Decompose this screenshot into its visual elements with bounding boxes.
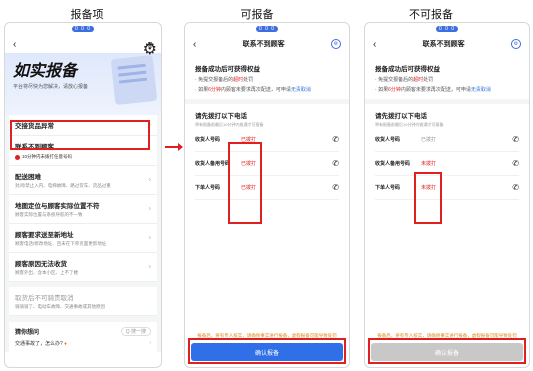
phone-call-icon[interactable]: ✆ xyxy=(512,159,519,168)
call-status: 未拨打 xyxy=(421,185,437,191)
clipboard-illustration-icon xyxy=(110,54,158,106)
chevron-right-icon: › xyxy=(148,205,151,213)
item-title: 取货后不可骑责取消 xyxy=(15,295,74,302)
phone-call-icon[interactable]: ✆ xyxy=(332,135,339,144)
chevron-right-icon: › xyxy=(148,263,151,271)
phone-cannot-report: 0 0 0 ‹ 联系不到顾客 ⚙ 报备成功后可获得权益 · 免提交报备后的超时处… xyxy=(364,22,530,368)
item-title: 交接货品异常 xyxy=(15,123,54,130)
no-fault-cancel-link[interactable]: 无责取消 xyxy=(471,87,491,93)
item-desc: 10分钟内未拨打任意号码 xyxy=(22,154,73,159)
item-desc: 顾客电话/修改地址、且未在下单页面更新地址 xyxy=(15,241,107,246)
item-title: 联系不到顾客 xyxy=(15,144,54,151)
warning-row: 10分钟内未拨打任意号码 xyxy=(15,154,151,160)
report-item-customer-unable[interactable]: 顾客原因无法收货 顾客外出、含本小区、上不了楼 › xyxy=(9,253,157,282)
item-desc: 骑骑骑了、电动车故障、交通事故或其他原因 xyxy=(15,304,105,309)
benefit-line-1: · 免提交报备后的超时处罚 xyxy=(195,77,254,83)
phone-can-report: 0 0 0 ‹ 联系不到顾客 ⚙ 报备成功后可获得权益 · 免提交报备后的超时处… xyxy=(184,22,350,368)
status-bar: 0 0 0 xyxy=(5,23,161,35)
page-title: 联系不到顾客 xyxy=(422,41,465,48)
call-row-orderer: 下单人号码 已拨打 ✆ xyxy=(195,176,339,200)
arrow-right-icon xyxy=(165,143,183,151)
caption-report-items: 报备项 xyxy=(70,9,104,21)
call-title: 请先拨打以下电话 xyxy=(375,113,427,120)
no-fault-cancel-link[interactable]: 无责取消 xyxy=(291,87,311,93)
call-status: 已拨打 xyxy=(241,161,257,167)
call-status: 未拨打 xyxy=(421,161,437,167)
call-title: 请先拨打以下电话 xyxy=(195,113,247,120)
report-item-map-mismatch[interactable]: 地图定位与顾客实际位置不符 顾客实际位置与系统导航的不一致 › xyxy=(9,195,157,224)
footer-note: 报备后，将有专人核实，请确保事实进行报备，虚假报备可能导致处罚 xyxy=(377,333,517,338)
report-item-cancel-disabled: 取货后不可骑责取消 骑骑骑了、电动车故障、交通事故或其他原因 xyxy=(9,287,157,316)
item-desc: 顾客实际位置与系统导航的不一致 xyxy=(15,212,83,217)
call-row-receiver: 收货人号码 已拨打 ✆ xyxy=(195,128,339,152)
item-title: 配送困难 xyxy=(15,174,41,181)
back-icon[interactable]: ‹ xyxy=(373,39,376,50)
call-row-receiver: 收货人号码 已拨打 ✆ xyxy=(375,128,519,152)
item-title: 地图定位与顾客实际位置不符 xyxy=(15,203,100,210)
item-desc: 顾客外出、含本小区、上不了楼 xyxy=(15,270,78,275)
benefit-line-2: · 如果6分钟内顾客未要求再次配送，可申请无责取消 xyxy=(375,87,491,93)
warning-dot-icon xyxy=(15,154,20,160)
benefit-line-2: · 如果6分钟内顾客未要求再次配送，可申请无责取消 xyxy=(195,87,311,93)
status-bar: 0 0 0 xyxy=(365,23,529,35)
faq-question-text: 交通事故了，怎么办? xyxy=(15,341,63,347)
item-title: 顾客要求送至新地址 xyxy=(15,232,74,239)
phone-report-list: 0 0 0 ‹ 易 如实报备 平台将尽快为您解决，请放心报备 ⚙ 交接货品异常 … xyxy=(4,22,162,368)
status-bar: 0 0 0 xyxy=(185,23,349,35)
benefit-line-1: · 免提交报备后的超时处罚 xyxy=(375,77,434,83)
faq-section: 猜你想问 Q 搜一搜 交通事故了，怎么办? ♦ › xyxy=(9,322,157,352)
comparison-figure: 报备项 可报备 不可报备 0 0 0 ‹ 易 如实报备 平台将尽快为您解决，请放… xyxy=(0,0,533,371)
call-status: 已拨打 xyxy=(421,137,437,143)
call-status: 已拨打 xyxy=(241,185,257,191)
report-item-delivery-difficulty[interactable]: 配送困难 封闭/禁止入内、电梯故障、路过货车、货品过重 › xyxy=(9,166,157,195)
call-row-orderer: 下单人号码 未拨打 ✆ xyxy=(375,176,519,200)
confirm-report-button[interactable]: 确认报备 xyxy=(191,343,343,361)
nav-bar: ‹ 联系不到顾客 ⚙ xyxy=(365,35,529,53)
phone-call-icon[interactable]: ✆ xyxy=(512,183,519,192)
confirm-report-button-disabled: 确认报备 xyxy=(371,343,523,361)
footer-note: 报备后，将有专人核实，请确保事实进行报备，虚假报备可能导致处罚 xyxy=(197,333,337,338)
report-item-new-address[interactable]: 顾客要求送至新地址 顾客电话/修改地址、且未在下单页面更新地址 › xyxy=(9,224,157,253)
nav-bar: ‹ 易 xyxy=(5,35,161,53)
item-title: 顾客原因无法收货 xyxy=(15,261,67,268)
benefit-title: 报备成功后可获得权益 xyxy=(375,66,440,73)
phone-call-icon[interactable]: ✆ xyxy=(512,135,519,144)
settings-icon[interactable]: ⚙ xyxy=(331,39,341,49)
report-item-goods-abnormal[interactable]: 交接货品异常 › xyxy=(9,115,157,136)
settings-icon[interactable]: ⚙ xyxy=(143,39,157,59)
hero-banner: 如实报备 平台将尽快为您解决，请放心报备 ⚙ xyxy=(5,41,161,115)
benefit-title: 报备成功后可获得权益 xyxy=(195,66,260,73)
caption-cannot-report: 不可报备 xyxy=(409,9,453,21)
item-desc: 封闭/禁止入内、电梯故障、路过货车、货品过重 xyxy=(15,183,111,188)
chevron-right-icon: › xyxy=(148,176,151,184)
hot-flame-icon: ♦ xyxy=(64,341,67,347)
report-item-list: 交接货品异常 › 联系不到顾客 10分钟内未拨打任意号码 配送困难 封闭/禁止入… xyxy=(5,115,161,352)
chevron-right-icon: › xyxy=(149,340,151,346)
faq-search-button[interactable]: Q 搜一搜 xyxy=(120,327,151,336)
phone-call-icon[interactable]: ✆ xyxy=(332,183,339,192)
faq-question[interactable]: 交通事故了，怎么办? ♦ › xyxy=(15,340,151,347)
settings-icon[interactable]: ⚙ xyxy=(511,39,521,49)
caption-can-report: 可报备 xyxy=(240,9,274,21)
back-icon[interactable]: ‹ xyxy=(193,39,196,50)
chevron-right-icon: › xyxy=(148,234,151,242)
call-status: 已拨打 xyxy=(241,137,257,143)
page-title: 联系不到顾客 xyxy=(242,41,285,48)
chevron-right-icon: › xyxy=(148,121,151,129)
call-row-backup: 收货人备用号码 未拨打 ✆ xyxy=(375,152,519,176)
faq-title: 猜你想问 xyxy=(15,330,40,336)
call-row-backup: 收货人备用号码 已拨打 ✆ xyxy=(195,152,339,176)
back-icon[interactable]: ‹ xyxy=(13,39,16,50)
report-item-cannot-contact[interactable]: 联系不到顾客 10分钟内未拨打任意号码 xyxy=(9,136,157,166)
nav-bar: ‹ 联系不到顾客 ⚙ xyxy=(185,35,349,53)
phone-call-icon[interactable]: ✆ xyxy=(332,159,339,168)
